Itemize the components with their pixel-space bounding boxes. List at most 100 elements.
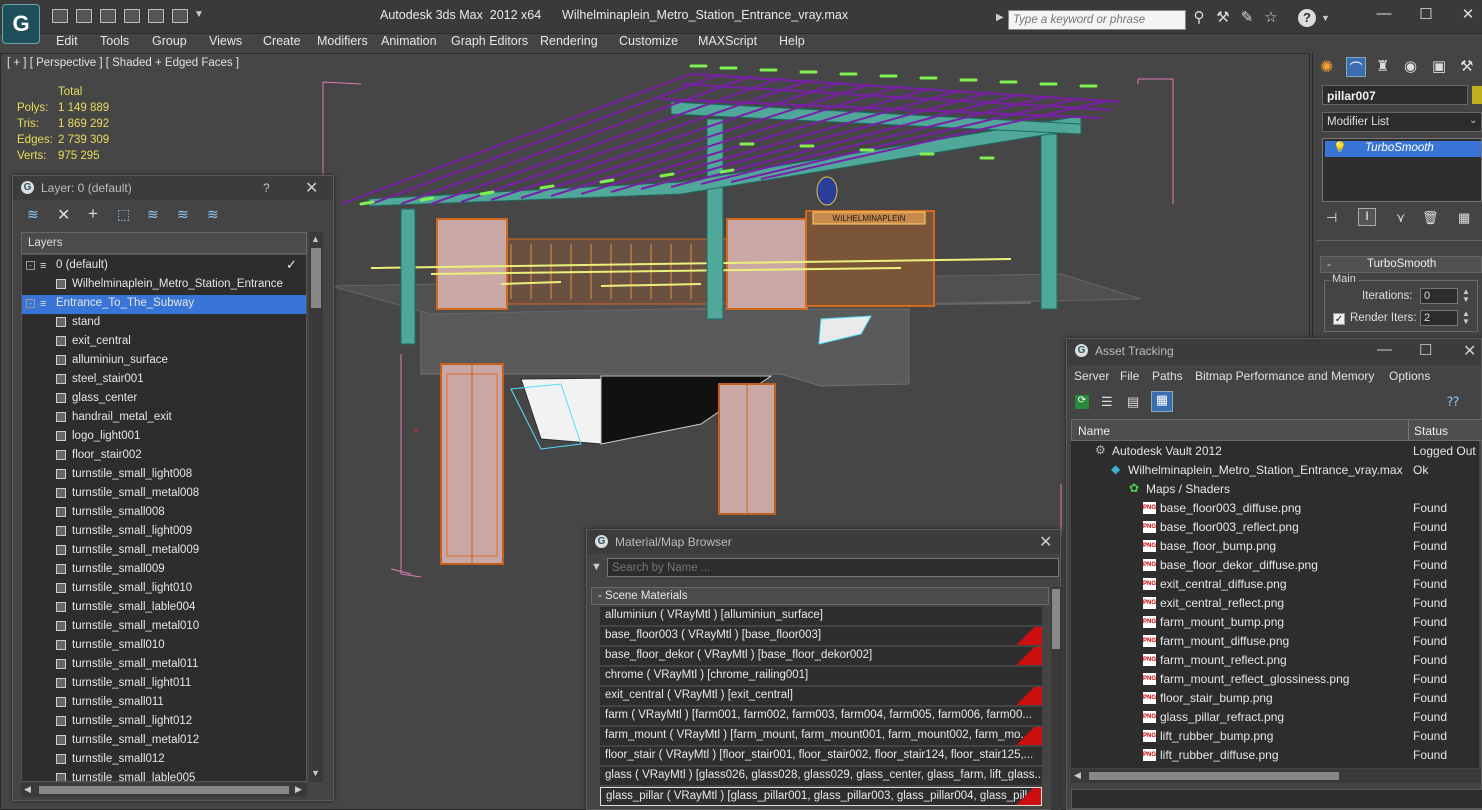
layer-row[interactable]: - ≡ 0 (default) <box>22 257 306 276</box>
lightbulb-icon[interactable]: 💡 <box>1333 141 1347 154</box>
material-row[interactable]: base_floor_dekor ( VRayMtl ) [base_floor… <box>600 647 1042 666</box>
make-unique-icon[interactable]: ⋎ <box>1396 210 1406 226</box>
scroll-left-icon[interactable]: ◀ <box>24 784 31 795</box>
object-color-swatch[interactable] <box>1472 86 1482 104</box>
new-file-icon[interactable] <box>52 9 68 23</box>
render-iters-spinner-arrows-icon[interactable]: ▲ ▼ <box>1462 310 1470 326</box>
freeze-all-layers-icon[interactable]: ≋ <box>207 206 219 223</box>
highlight-layers-icon[interactable]: ≋ <box>147 206 159 223</box>
menu-rendering[interactable]: Rendering <box>540 34 598 48</box>
current-layer-check-icon[interactable]: ✓ <box>286 257 297 273</box>
object-row[interactable]: turnstile_small011 <box>22 694 306 713</box>
list-view-icon[interactable]: ☰ <box>1101 394 1113 410</box>
object-row[interactable]: turnstile_small_metal012 <box>22 732 306 751</box>
scroll-up-icon[interactable]: ▲ <box>311 234 320 244</box>
material-row[interactable]: glass ( VRayMtl ) [glass026, glass028, g… <box>600 767 1042 786</box>
hierarchy-tab-icon[interactable]: ♜ <box>1376 57 1389 75</box>
asset-row[interactable]: PNG exit_central_reflect.png Found <box>1071 594 1482 613</box>
object-row[interactable]: turnstile_small_light008 <box>22 466 306 485</box>
asset-row[interactable]: ⚙ Autodesk Vault 2012 Logged Out <box>1071 442 1482 461</box>
display-tab-icon[interactable]: ▣ <box>1432 57 1446 75</box>
scrollbar-thumb[interactable] <box>1052 589 1060 649</box>
object-row[interactable]: exit_central <box>22 333 306 352</box>
material-browser-titlebar[interactable]: G Material/Map Browser ✕ <box>587 530 1060 554</box>
object-row[interactable]: turnstile_small008 <box>22 504 306 523</box>
object-row[interactable]: logo_light001 <box>22 428 306 447</box>
vault-help-icon[interactable]: ⁇ <box>1447 394 1459 410</box>
asset-row[interactable]: PNG farm_mount_bump.png Found <box>1071 613 1482 632</box>
layer-window-titlebar[interactable]: G Layer: 0 (default) ? ✕ <box>13 176 333 200</box>
collapse-icon[interactable]: - <box>26 261 35 270</box>
hold-icon[interactable] <box>124 9 140 23</box>
close-icon[interactable]: ✕ <box>1463 341 1476 361</box>
material-row[interactable]: glass_pillar ( VRayMtl ) [glass_pillar00… <box>600 787 1042 806</box>
asset-row[interactable]: PNG farm_mount_diffuse.png Found <box>1071 632 1482 651</box>
create-layer-icon[interactable]: ≋ <box>27 206 39 223</box>
menu-maxscript[interactable]: MAXScript <box>698 34 757 48</box>
show-end-result-icon[interactable]: I <box>1358 208 1376 226</box>
asset-path-field[interactable] <box>1071 789 1482 809</box>
object-row[interactable]: alluminiun_surface <box>22 352 306 371</box>
object-row[interactable]: turnstile_small_lable004 <box>22 599 306 618</box>
thumbnail-view-icon[interactable]: ▤ <box>1127 394 1139 410</box>
material-row[interactable]: floor_stair ( VRayMtl ) [floor_stair001,… <box>600 747 1042 766</box>
asset-row[interactable]: PNG base_floor003_reflect.png Found <box>1071 518 1482 537</box>
object-row[interactable]: turnstile_small_light011 <box>22 675 306 694</box>
status-column-header[interactable]: Status <box>1414 424 1448 438</box>
layer-row[interactable]: - ≡ Entrance_To_The_Subway <box>22 295 306 314</box>
object-row[interactable]: turnstile_small009 <box>22 561 306 580</box>
save-icon[interactable] <box>100 9 116 23</box>
layers-column-header[interactable]: Layers <box>21 232 307 254</box>
layer-hscrollbar[interactable]: ◀ ▶ <box>21 783 307 797</box>
delete-layer-icon[interactable]: ✕ <box>57 205 70 225</box>
asset-row[interactable]: ✿ Maps / Shaders <box>1071 480 1482 499</box>
maximize-icon[interactable]: ☐ <box>1412 5 1440 25</box>
material-row[interactable]: alluminiun ( VRayMtl ) [alluminiun_surfa… <box>600 607 1042 626</box>
close-icon[interactable]: ✕ <box>1454 5 1482 25</box>
at-menu-paths[interactable]: Paths <box>1152 369 1183 383</box>
open-file-icon[interactable] <box>76 9 92 23</box>
iterations-spinner-arrows-icon[interactable]: ▲ ▼ <box>1462 288 1470 304</box>
help-icon[interactable]: ? <box>1298 9 1316 27</box>
asset-row[interactable]: ◆ Wilhelminaplein_Metro_Station_Entrance_… <box>1071 461 1482 480</box>
hscrollbar-thumb[interactable] <box>1089 772 1339 780</box>
hscrollbar-thumb[interactable] <box>39 786 289 794</box>
at-menu-options[interactable]: Options <box>1389 369 1430 383</box>
scrollbar-thumb[interactable] <box>311 248 321 308</box>
browser-options-icon[interactable]: ▼ <box>591 561 602 573</box>
quick-access-dropdown-icon[interactable]: ▼ <box>194 9 204 20</box>
binoculars-icon[interactable]: ⚲ <box>1190 9 1208 27</box>
asset-row[interactable]: PNG exit_central_diffuse.png Found <box>1071 575 1482 594</box>
render-iters-checkbox[interactable]: ✓ <box>1333 313 1345 325</box>
viewport-label[interactable]: [ + ] [ Perspective ] [ Shaded + Edged F… <box>7 57 239 69</box>
hide-all-layers-icon[interactable]: ≋ <box>177 206 189 223</box>
undo-icon[interactable] <box>148 9 164 23</box>
utilities-tab-icon[interactable]: ⚒ <box>1460 57 1473 75</box>
menu-animation[interactable]: Animation <box>381 34 437 48</box>
menu-modifiers[interactable]: Modifiers <box>317 34 368 48</box>
maximize-icon[interactable]: ☐ <box>1419 341 1432 359</box>
asset-row[interactable]: PNG glass_pillar_refract.png Found <box>1071 708 1482 727</box>
object-row[interactable]: handrail_metal_exit <box>22 409 306 428</box>
menu-views[interactable]: Views <box>209 34 242 48</box>
menu-help[interactable]: Help <box>779 34 805 48</box>
asset-row[interactable]: PNG base_floor_bump.png Found <box>1071 537 1482 556</box>
menu-customize[interactable]: Customize <box>619 34 678 48</box>
object-row[interactable]: steel_stair001 <box>22 371 306 390</box>
object-row[interactable]: stand <box>22 314 306 333</box>
material-row[interactable]: farm ( VRayMtl ) [farm001, farm002, farm… <box>600 707 1042 726</box>
at-menu-server[interactable]: Server <box>1074 369 1109 383</box>
table-view-icon[interactable]: ▦ <box>1151 391 1173 412</box>
material-search-input[interactable] <box>607 558 1059 577</box>
asset-row[interactable]: PNG base_floor003_diffuse.png Found <box>1071 499 1482 518</box>
help-button[interactable]: ? <box>263 181 270 195</box>
at-menu-bitmap-performance[interactable]: Bitmap Performance and Memory <box>1195 369 1374 383</box>
search-input[interactable] <box>1008 10 1186 30</box>
pin-stack-icon[interactable]: ⊣ <box>1326 210 1337 226</box>
app-logo-icon[interactable]: G <box>2 4 40 44</box>
asset-row[interactable]: PNG farm_mount_reflect.png Found <box>1071 651 1482 670</box>
object-row[interactable]: turnstile_small_light009 <box>22 523 306 542</box>
object-row[interactable]: glass_center <box>22 390 306 409</box>
asset-row[interactable]: PNG farm_mount_reflect_glossiness.png Foun… <box>1071 670 1482 689</box>
object-name-field[interactable]: pillar007 <box>1322 85 1468 105</box>
